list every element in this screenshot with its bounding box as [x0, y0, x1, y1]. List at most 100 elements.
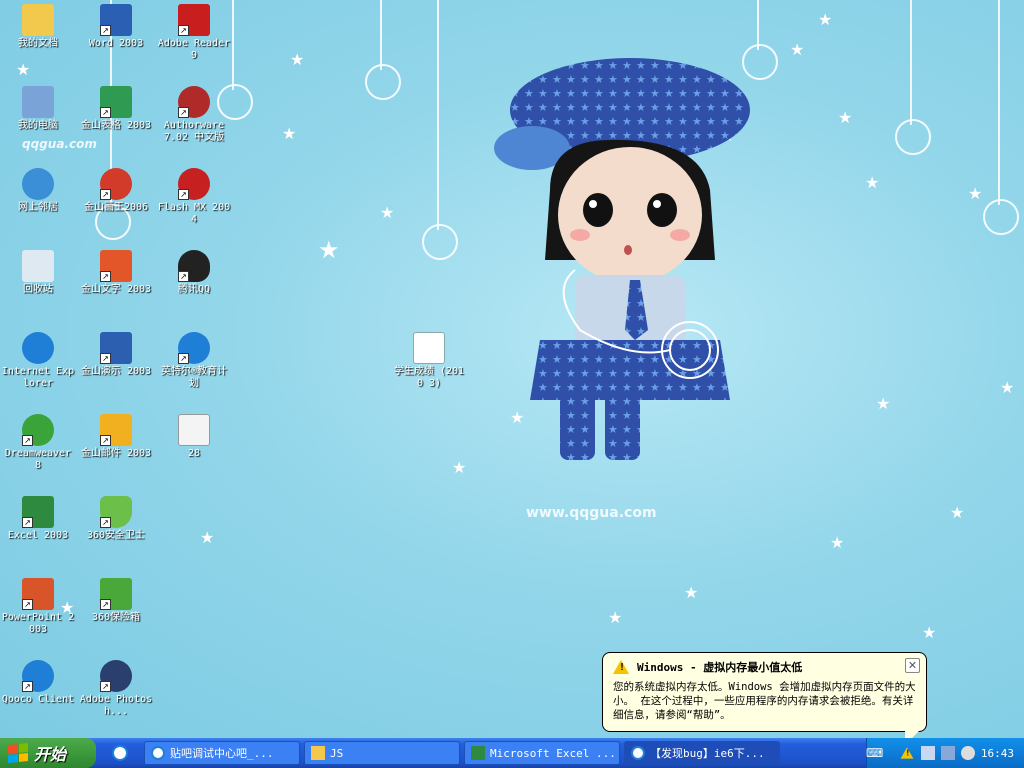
dreamweaver-icon: ↗: [22, 414, 54, 446]
star-decoration: ★: [290, 50, 305, 69]
desktop-icon-authorware[interactable]: ↗ Authorware 7.02 中文版: [156, 86, 232, 144]
star-decoration: ★: [452, 458, 467, 477]
flash-icon: ↗: [178, 168, 210, 200]
my-computer-icon: [22, 86, 54, 118]
star-decoration: ★: [818, 10, 833, 29]
adobe-reader-icon: ↗: [178, 4, 210, 36]
star-decoration: ★: [838, 108, 853, 127]
word-icon: ↗: [100, 4, 132, 36]
desktop-icon-powerpoint[interactable]: ↗ PowerPoint 2003: [0, 578, 76, 636]
desktop-icon-360-safe[interactable]: ↗ 360安全卫士: [78, 496, 154, 542]
star-decoration: ★: [790, 40, 805, 59]
desktop-icon-my-documents[interactable]: 我的文档: [0, 4, 76, 50]
desktop-icon-kingsoft-paint[interactable]: ↗ 金山画王2006: [78, 168, 154, 214]
desktop-icon-qq[interactable]: ↗ 腾讯QQ: [156, 250, 232, 296]
desktop-icon-kingsoft-mail[interactable]: ↗ 金山邮件 2003: [78, 414, 154, 460]
star-decoration: ★: [16, 60, 31, 79]
balloon-title: Windows - 虚拟内存最小值太低: [637, 661, 803, 674]
360-safe-icon: ↗: [100, 496, 132, 528]
desktop-icon-qooco[interactable]: ↗ Qooco Client: [0, 660, 76, 706]
warning-icon: !: [613, 660, 629, 674]
hanging-bulb-decoration: [422, 0, 458, 260]
clock[interactable]: 16:43: [981, 747, 1014, 760]
star-decoration: ★: [876, 394, 891, 413]
start-label: 开始: [34, 745, 67, 764]
close-icon[interactable]: ✕: [905, 658, 920, 673]
taskbar-item-tieba[interactable]: 贴吧调试中心吧_...: [144, 741, 300, 765]
star-decoration: ★: [318, 236, 340, 264]
kingsoft-present-icon: ↗: [100, 332, 132, 364]
excel-file-icon: [413, 332, 445, 364]
qooco-icon: ↗: [22, 660, 54, 692]
star-decoration: ★: [830, 533, 845, 552]
kingsoft-sheet-icon: ↗: [100, 86, 132, 118]
star-decoration: ★: [282, 124, 297, 143]
display-tray-icon[interactable]: [940, 746, 955, 760]
desktop-icon-excel[interactable]: ↗ Excel 2003: [0, 496, 76, 542]
system-tray: ! 16:43: [866, 738, 1024, 768]
kingsoft-paint-icon: ↗: [100, 168, 132, 200]
desktop-icon-kingsoft-writer[interactable]: ↗ 金山文字 2003: [78, 250, 154, 296]
folder-icon: [311, 746, 325, 760]
desktop-icon-intel-edu[interactable]: ↗ 英特尔®教育计划: [156, 332, 232, 390]
excel-icon: ↗: [22, 496, 54, 528]
excel-icon: [471, 746, 485, 760]
desktop-icon-ie[interactable]: Internet Explorer: [0, 332, 76, 390]
desktop-icon-network[interactable]: 网上邻居: [0, 168, 76, 214]
network-icon: [22, 168, 54, 200]
star-decoration: ★: [1000, 378, 1015, 397]
desktop-icon-word[interactable]: ↗ Word 2003: [78, 4, 154, 50]
star-decoration: ★: [968, 184, 983, 203]
desktop-icon-360-safebox[interactable]: ↗ 360保险箱: [78, 578, 154, 624]
volume-tray-icon[interactable]: [960, 746, 975, 760]
star-decoration: ★: [200, 528, 215, 547]
ie-icon: [631, 746, 645, 760]
kingsoft-writer-icon: ↗: [100, 250, 132, 282]
ie-quicklaunch-icon[interactable]: [112, 745, 128, 761]
desktop-icon-dreamweaver[interactable]: ↗ Dreamweaver 8: [0, 414, 76, 472]
ie-icon: [22, 332, 54, 364]
qq-icon: ↗: [178, 250, 210, 282]
balloon-title-row: ! Windows - 虚拟内存最小值太低: [613, 659, 916, 675]
desktop-icon-png-file[interactable]: 28: [156, 414, 232, 460]
notification-balloon[interactable]: ! Windows - 虚拟内存最小值太低 您的系统虚拟内存太低。Windows…: [602, 652, 927, 745]
star-decoration: ★: [608, 608, 623, 627]
desktop[interactable]: ★ ★ ★ ★ ★ ★ ★ ★ ★ ★ ★ ★ ★ ★ ★ ★ ★ ★ ★ ★ …: [0, 0, 1024, 738]
network-tray-icon[interactable]: [920, 746, 935, 760]
kingsoft-mail-icon: ↗: [100, 414, 132, 446]
start-button[interactable]: 开始: [0, 738, 96, 768]
powerpoint-icon: ↗: [22, 578, 54, 610]
hanging-bulb-decoration: [365, 0, 401, 100]
warning-tray-icon[interactable]: !: [900, 747, 914, 759]
recycle-bin-icon: [22, 250, 54, 282]
doll-illustration: ★: [494, 58, 750, 460]
keyboard-icon[interactable]: ⌨: [866, 746, 883, 760]
star-decoration: ★: [380, 203, 395, 222]
intel-edu-icon: ↗: [178, 332, 210, 364]
desktop-icon-recycle-bin[interactable]: 回收站: [0, 250, 76, 296]
star-decoration: ★: [950, 503, 965, 522]
taskbar-item-js-folder[interactable]: JS: [304, 741, 460, 765]
star-decoration: ★: [865, 173, 880, 192]
windows-flag-icon: [8, 742, 28, 764]
taskbar-item-excel[interactable]: Microsoft Excel ...: [464, 741, 620, 765]
balloon-message: 您的系统虚拟内存太低。Windows 会增加虚拟内存页面文件的大小。 在这个过程…: [613, 681, 916, 721]
photoshop-icon: ↗: [100, 660, 132, 692]
hanging-bulb-decoration: [217, 0, 253, 120]
desktop-icon-my-computer[interactable]: 我的电脑: [0, 86, 76, 132]
taskbar-item-bug-report[interactable]: 【发现bug】ie6下...: [624, 741, 780, 765]
desktop-icon-flash[interactable]: ↗ Flash MX 2004: [156, 168, 232, 226]
desktop-icon-kingsoft-present[interactable]: ↗ 金山演示 2003: [78, 332, 154, 378]
quick-launch: [96, 745, 144, 761]
my-documents-icon: [22, 4, 54, 36]
desktop-icon-adobe-reader[interactable]: ↗ Adobe Reader 9: [156, 4, 232, 62]
desktop-icon-student-grades[interactable]: 学生成绩 (2010 3): [391, 332, 467, 390]
hanging-bulb-decoration: [983, 0, 1019, 235]
watermark: www.qqgua.com: [526, 505, 657, 521]
star-decoration: ★: [684, 583, 699, 602]
desktop-icon-kingsoft-sheet[interactable]: ↗ 金山表格 2003: [78, 86, 154, 132]
360-safebox-icon: ↗: [100, 578, 132, 610]
star-decoration: ★: [922, 623, 937, 642]
desktop-icon-photoshop[interactable]: ↗ Adobe Photosh...: [78, 660, 154, 718]
ie-icon: [151, 746, 165, 760]
